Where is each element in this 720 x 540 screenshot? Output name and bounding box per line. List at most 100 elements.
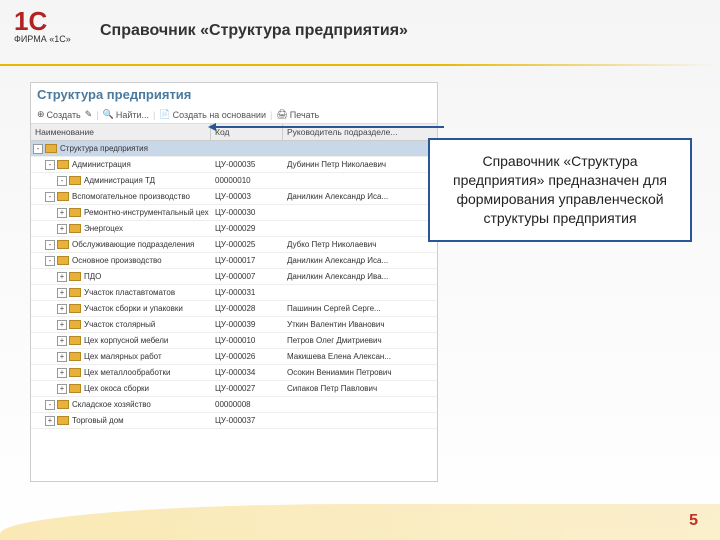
cell-manager: [283, 420, 437, 422]
table-row[interactable]: -Обслуживающие подразделенияЦУ-000025Дуб…: [31, 237, 437, 253]
row-name: Энергоцех: [84, 224, 123, 233]
callout-arrow: [214, 126, 444, 128]
expand-icon[interactable]: +: [57, 352, 67, 362]
print-label: Печать: [290, 110, 319, 120]
row-name: Администрация: [72, 160, 131, 169]
table-row[interactable]: -Вспомогательное производствоЦУ-00003Дан…: [31, 189, 437, 205]
collapse-icon[interactable]: -: [33, 144, 43, 154]
table-row[interactable]: -АдминистрацияЦУ-000035Дубинин Петр Нико…: [31, 157, 437, 173]
table-row[interactable]: +Участок сборки и упаковкиЦУ-000028Пашин…: [31, 301, 437, 317]
cell-code: 00000008: [211, 399, 283, 410]
cell-name: +Ремонтно-инструментальный цех: [31, 207, 211, 219]
folder-icon: [69, 384, 81, 393]
expand-icon[interactable]: +: [57, 224, 67, 234]
expand-icon[interactable]: +: [57, 368, 67, 378]
print-icon: 🖨: [276, 109, 287, 120]
cell-manager: Макишева Елена Алексан...: [283, 351, 437, 362]
cell-code: ЦУ-000026: [211, 351, 283, 362]
expand-icon[interactable]: +: [57, 304, 67, 314]
collapse-icon[interactable]: -: [45, 400, 55, 410]
edit-button[interactable]: ✎: [85, 109, 93, 120]
cell-code: ЦУ-00003: [211, 191, 283, 202]
table-row[interactable]: + ПДО ЦУ-000007Данилкин Александр Ива...: [31, 269, 437, 285]
folder-icon: [69, 320, 81, 329]
folder-icon: [69, 176, 81, 185]
tree-grid[interactable]: -Структура предприятия-АдминистрацияЦУ-0…: [31, 141, 437, 481]
table-row[interactable]: - Структура предприятия: [31, 141, 437, 157]
folder-icon: [45, 144, 57, 153]
cell-manager: Дубинин Петр Николаевич: [283, 159, 437, 170]
column-name[interactable]: Наименование: [31, 124, 211, 140]
table-row[interactable]: -Администрация ТД00000010: [31, 173, 437, 189]
cell-manager: Данилкин Александр Иса...: [283, 255, 437, 266]
cell-manager: Данилкин Александр Ива...: [283, 271, 437, 282]
expand-icon[interactable]: +: [57, 288, 67, 298]
title-underline: [0, 64, 720, 66]
folder-icon: [69, 336, 81, 345]
row-name: Структура предприятия: [60, 144, 148, 153]
logo-subtext: ФИРМА «1С»: [14, 34, 84, 44]
toolbar-separator: |: [96, 110, 98, 120]
slide-title: Справочник «Структура предприятия»: [100, 22, 408, 40]
expand-icon[interactable]: +: [57, 320, 67, 330]
row-name: Участок столярный: [84, 320, 155, 329]
table-row[interactable]: +ЭнергоцехЦУ-000029: [31, 221, 437, 237]
expand-icon[interactable]: +: [45, 416, 55, 426]
row-name: Цех металлообработки: [84, 368, 170, 377]
table-row[interactable]: +Торговый домЦУ-000037: [31, 413, 437, 429]
collapse-icon[interactable]: -: [45, 160, 55, 170]
expand-icon[interactable]: +: [57, 384, 67, 394]
collapse-icon[interactable]: -: [57, 176, 67, 186]
expand-icon[interactable]: +: [57, 336, 67, 346]
folder-icon: [57, 192, 69, 201]
row-name: Вспомогательное производство: [72, 192, 190, 201]
row-name: Обслуживающие подразделения: [72, 240, 194, 249]
toolbar-separator: |: [153, 110, 155, 120]
expand-icon[interactable]: +: [57, 208, 67, 218]
table-row[interactable]: +Участок пластавтоматовЦУ-000031: [31, 285, 437, 301]
table-row[interactable]: +Цех окоса сборкиЦУ-000027Сипаков Петр П…: [31, 381, 437, 397]
row-name: Администрация ТД: [84, 176, 155, 185]
toolbar: ⊕ Создать ✎ | 🔍 Найти... | 📄 Создать на …: [31, 106, 437, 124]
folder-icon: [57, 160, 69, 169]
collapse-icon[interactable]: -: [45, 240, 55, 250]
brand-logo: 1С ФИРМА «1С»: [14, 8, 84, 64]
callout-box: Справочник «Структура предприятия» предн…: [428, 138, 692, 242]
folder-icon: [69, 352, 81, 361]
cell-name: - Администрация ТД: [31, 175, 211, 187]
table-row[interactable]: +Цех металлообработкиЦУ-000034Осокин Вен…: [31, 365, 437, 381]
row-name: Торговый дом: [72, 416, 124, 425]
cell-manager: [283, 212, 437, 214]
row-name: Цех окоса сборки: [84, 384, 149, 393]
create-based-button[interactable]: 📄 Создать на основании: [159, 109, 266, 120]
cell-name: - Администрация: [31, 159, 211, 171]
table-row[interactable]: +Цех малярных работЦУ-000026Макишева Еле…: [31, 349, 437, 365]
table-row[interactable]: +Цех корпусной мебелиЦУ-000010Петров Оле…: [31, 333, 437, 349]
callout-text: Справочник «Структура предприятия» предн…: [453, 153, 667, 226]
cell-name: - Структура предприятия: [31, 143, 211, 155]
table-row[interactable]: +Участок столярныйЦУ-000039Уткин Валенти…: [31, 317, 437, 333]
table-row[interactable]: -Основное производствоЦУ-000017Данилкин …: [31, 253, 437, 269]
print-button[interactable]: 🖨 Печать: [276, 109, 319, 120]
cell-manager: Петров Олег Дмитриевич: [283, 335, 437, 346]
table-row[interactable]: -Складское хозяйство00000008: [31, 397, 437, 413]
row-name: ПДО: [84, 272, 101, 281]
cell-name: + Цех окоса сборки: [31, 383, 211, 395]
cell-name: +Цех малярных работ: [31, 351, 211, 363]
create-button[interactable]: ⊕ Создать: [37, 109, 81, 120]
collapse-icon[interactable]: -: [45, 192, 55, 202]
row-name: Участок пластавтоматов: [84, 288, 175, 297]
table-row[interactable]: +Ремонтно-инструментальный цехЦУ-000030: [31, 205, 437, 221]
cell-code: ЦУ-000027: [211, 383, 283, 394]
expand-icon[interactable]: +: [57, 272, 67, 282]
cell-name: +Участок сборки и упаковки: [31, 303, 211, 315]
folder-icon: [57, 416, 69, 425]
find-button[interactable]: 🔍 Найти...: [103, 109, 149, 120]
cell-code: ЦУ-000007: [211, 271, 283, 282]
create-label: Создать: [47, 110, 81, 120]
cell-code: ЦУ-000028: [211, 303, 283, 314]
folder-icon: [57, 400, 69, 409]
collapse-icon[interactable]: -: [45, 256, 55, 266]
folder-icon: [69, 288, 81, 297]
cell-code: ЦУ-000025: [211, 239, 283, 250]
